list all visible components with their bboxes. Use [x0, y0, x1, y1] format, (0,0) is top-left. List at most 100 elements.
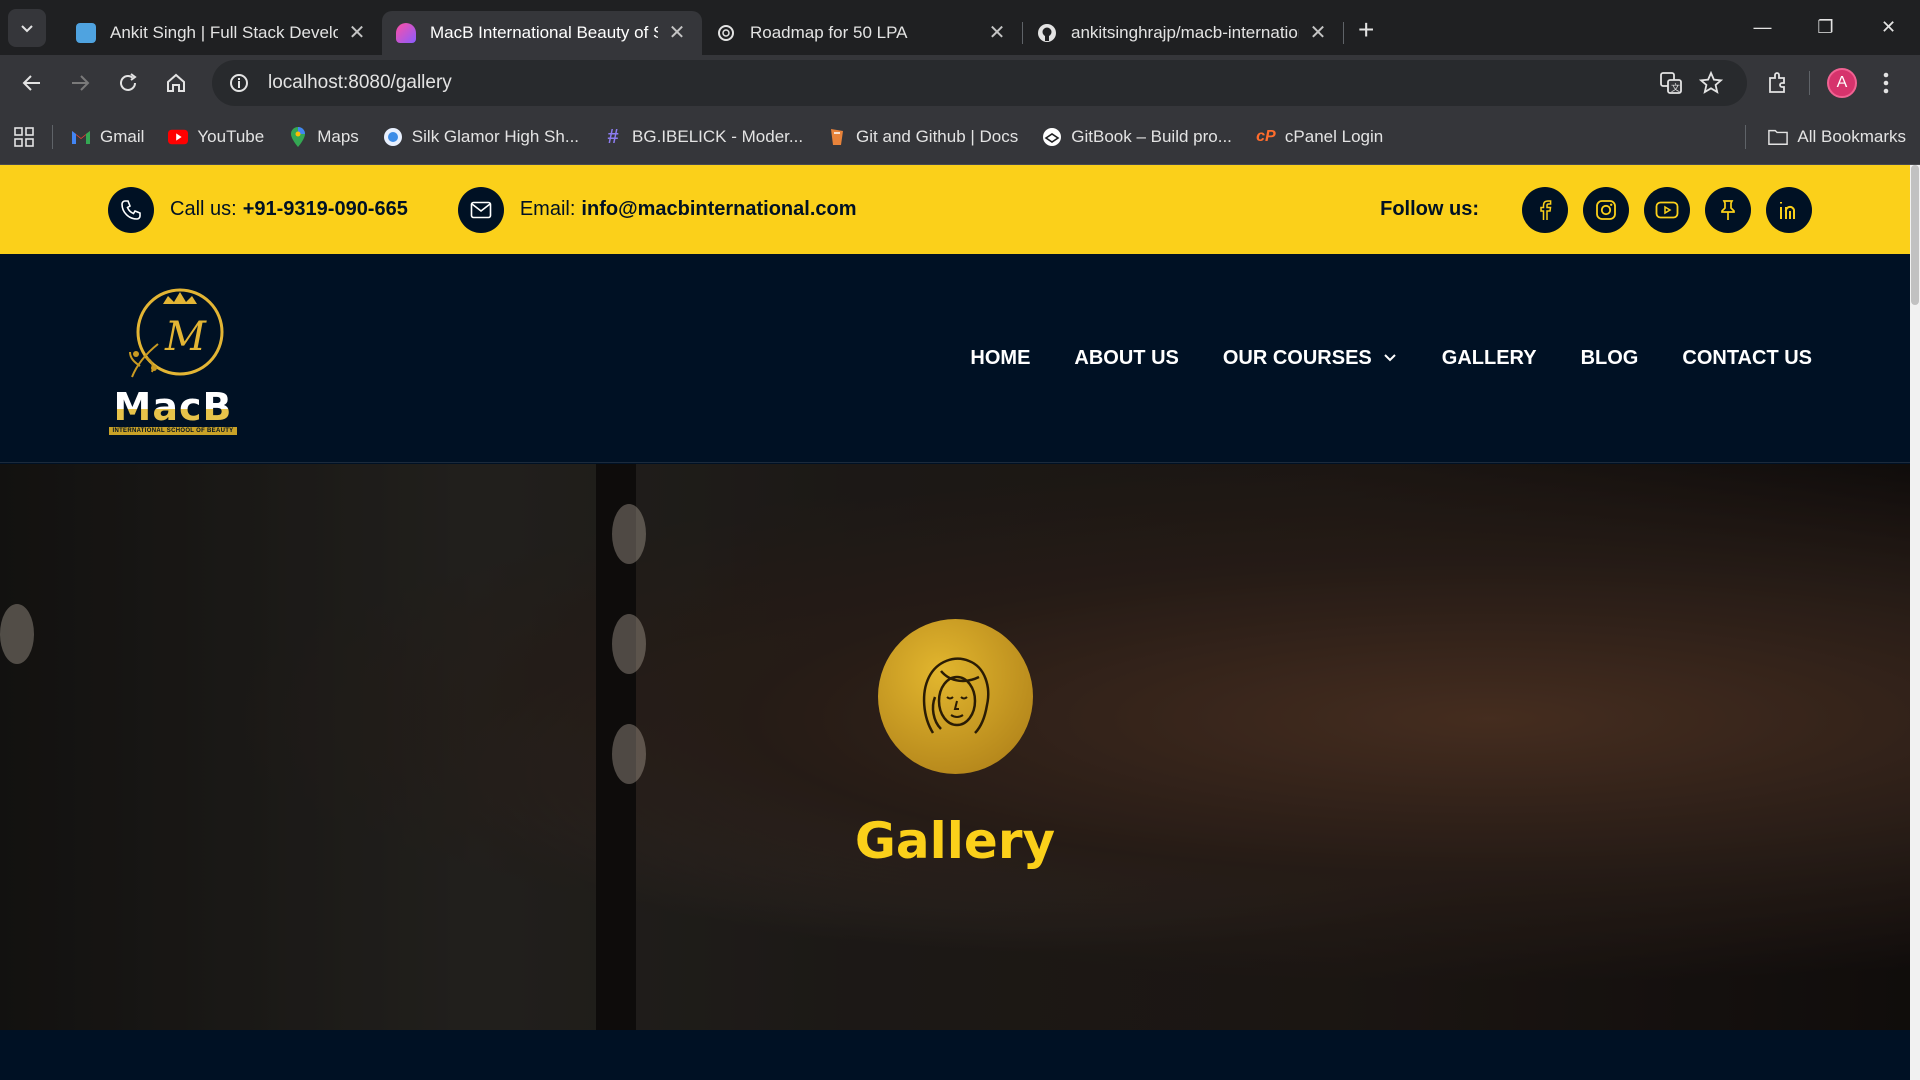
- gallery-hero: Gallery: [0, 464, 1910, 1030]
- page-scrollbar[interactable]: [1910, 165, 1920, 1080]
- avatar: A: [1827, 67, 1857, 98]
- bookmark-bg-ibelick[interactable]: # BG.IBELICK - Moder...: [603, 125, 803, 148]
- email-info[interactable]: Email: info@macbinternational.com: [457, 186, 857, 233]
- logo-wordmark: MacB: [113, 384, 233, 429]
- youtube-icon[interactable]: [1644, 186, 1690, 233]
- main-nav: HOME ABOUT US OUR COURSES GALLERY BLOG C…: [970, 347, 1812, 370]
- instagram-icon[interactable]: [1583, 186, 1629, 233]
- apps-grid-icon: [14, 127, 34, 147]
- gmail-icon: [71, 127, 91, 147]
- nav-our-courses-label: OUR COURSES: [1222, 346, 1372, 369]
- home-button[interactable]: [156, 63, 196, 103]
- email-address[interactable]: info@macbinternational.com: [581, 198, 856, 221]
- arrow-left-icon: [22, 74, 40, 91]
- close-icon[interactable]: ✕: [666, 20, 688, 45]
- address-bar[interactable]: localhost:8080/gallery 文: [212, 59, 1747, 106]
- bookmark-label: GitBook – Build pro...: [1071, 127, 1232, 146]
- logo-emblem: M: [129, 288, 224, 377]
- close-icon[interactable]: ✕: [1307, 20, 1329, 45]
- tab-title: Ankit Singh | Full Stack Developer: [110, 22, 338, 42]
- nav-blog[interactable]: BLOG: [1581, 347, 1639, 370]
- bookmark-youtube[interactable]: YouTube: [168, 127, 264, 147]
- macb-icon: [396, 22, 416, 43]
- minimize-button[interactable]: —: [1731, 0, 1794, 55]
- profile-button[interactable]: A: [1820, 61, 1864, 105]
- bookmark-label: All Bookmarks: [1797, 127, 1906, 146]
- nav-home[interactable]: HOME: [970, 347, 1030, 370]
- bookmark-git-github[interactable]: Git and Github | Docs: [827, 127, 1018, 147]
- bookmarks-bar: Gmail YouTube Maps Silk Glamor High Sh..…: [0, 110, 1920, 165]
- extensions-icon[interactable]: [1755, 61, 1799, 105]
- reload-button[interactable]: [108, 63, 148, 103]
- bookmark-label: Silk Glamor High Sh...: [411, 127, 580, 146]
- hash-icon: #: [607, 125, 619, 148]
- more-menu-icon[interactable]: [1864, 61, 1908, 105]
- site-header: M MacB INTERNATIONAL SCHOOL OF BEAUTY HO…: [0, 254, 1920, 463]
- bookmark-label: Gmail: [100, 127, 145, 146]
- tab-title: Roadmap for 50 LPA: [750, 22, 908, 42]
- site-logo[interactable]: M MacB INTERNATIONAL SCHOOL OF BEAUTY: [108, 282, 238, 435]
- browser-chrome: Ankit Singh | Full Stack Developer ✕ Mac…: [0, 0, 1920, 165]
- cpanel-icon: cP: [1256, 128, 1276, 145]
- folder-icon: [1768, 127, 1789, 147]
- github-icon: [1037, 23, 1057, 43]
- scrollbar-thumb[interactable]: [1911, 165, 1919, 305]
- tab-roadmap[interactable]: Roadmap for 50 LPA ✕: [702, 11, 1022, 55]
- all-bookmarks-button[interactable]: All Bookmarks: [1768, 127, 1906, 147]
- globe-icon: [383, 127, 403, 147]
- restore-button[interactable]: ❐: [1794, 0, 1857, 55]
- bookmark-gitbook[interactable]: GitBook – Build pro...: [1042, 127, 1232, 147]
- back-button[interactable]: [12, 63, 52, 103]
- tab-ankit-singh[interactable]: Ankit Singh | Full Stack Developer ✕: [62, 11, 382, 55]
- url-text[interactable]: localhost:8080/gallery: [268, 72, 1651, 94]
- star-icon[interactable]: [1691, 70, 1731, 95]
- tab-search-button[interactable]: [8, 8, 46, 47]
- bookmark-silk-glamor[interactable]: Silk Glamor High Sh...: [383, 127, 579, 147]
- all-bookmarks-group: All Bookmarks: [1735, 125, 1906, 149]
- translate-icon[interactable]: 文: [1651, 71, 1691, 95]
- bookmarks-divider: [1745, 125, 1747, 149]
- linkedin-icon[interactable]: [1766, 186, 1812, 233]
- bookmark-gmail[interactable]: Gmail: [71, 127, 144, 147]
- site-info-icon[interactable]: [228, 72, 250, 94]
- nav-our-courses[interactable]: OUR COURSES: [1223, 347, 1398, 370]
- close-icon[interactable]: ✕: [986, 20, 1008, 45]
- content-band: [0, 1030, 1920, 1080]
- hero-bg-detail: [612, 504, 646, 564]
- tab-macb-international[interactable]: MacB International Beauty of Schools ✕: [382, 10, 702, 55]
- bookmark-label: YouTube: [197, 127, 265, 146]
- nav-contact-us[interactable]: CONTACT US: [1682, 347, 1812, 370]
- close-window-button[interactable]: ✕: [1857, 0, 1920, 55]
- browser-toolbar: localhost:8080/gallery 文 A: [0, 55, 1920, 110]
- tab-github[interactable]: ankitsinghrajp/macb-international ✕: [1023, 11, 1343, 55]
- bookmarks-divider: [52, 125, 53, 149]
- bookmark-maps[interactable]: Maps: [288, 127, 359, 147]
- apps-button[interactable]: [14, 127, 34, 147]
- hero-content: Gallery: [0, 619, 1910, 870]
- bookmark-cpanel[interactable]: cP cPanel Login: [1256, 127, 1383, 147]
- pin-icon[interactable]: [1705, 186, 1751, 233]
- page-title: Gallery: [854, 812, 1056, 870]
- phone-icon: [108, 186, 154, 233]
- nav-about-us[interactable]: ABOUT US: [1074, 347, 1178, 370]
- logo-subtitle: INTERNATIONAL SCHOOL OF BEAUTY: [109, 426, 237, 435]
- svg-text:文: 文: [1671, 82, 1680, 94]
- tab-title: MacB International Beauty of Schools: [430, 22, 658, 42]
- nav-gallery[interactable]: GALLERY: [1442, 347, 1537, 370]
- tab-title: ankitsinghrajp/macb-international: [1071, 22, 1299, 42]
- window-controls: — ❐ ✕: [1731, 0, 1920, 55]
- chevron-down-icon: [21, 24, 33, 32]
- close-icon[interactable]: ✕: [346, 20, 368, 45]
- website: Call us: +91-9319-090-665 Email: info@ma…: [0, 165, 1920, 1080]
- contact-topbar: Call us: +91-9319-090-665 Email: info@ma…: [0, 165, 1920, 254]
- arrow-right-icon: [72, 74, 90, 91]
- youtube-icon: [168, 127, 189, 147]
- toolbar-divider: [1809, 70, 1810, 95]
- call-info[interactable]: Call us: +91-9319-090-665: [108, 186, 408, 233]
- new-tab-button[interactable]: +: [1358, 14, 1374, 46]
- facebook-icon[interactable]: [1522, 186, 1568, 233]
- forward-button[interactable]: [60, 63, 100, 103]
- call-label: Call us:: [170, 198, 237, 220]
- phone-number[interactable]: +91-9319-090-665: [243, 198, 408, 221]
- bookmark-label: cPanel Login: [1284, 127, 1384, 146]
